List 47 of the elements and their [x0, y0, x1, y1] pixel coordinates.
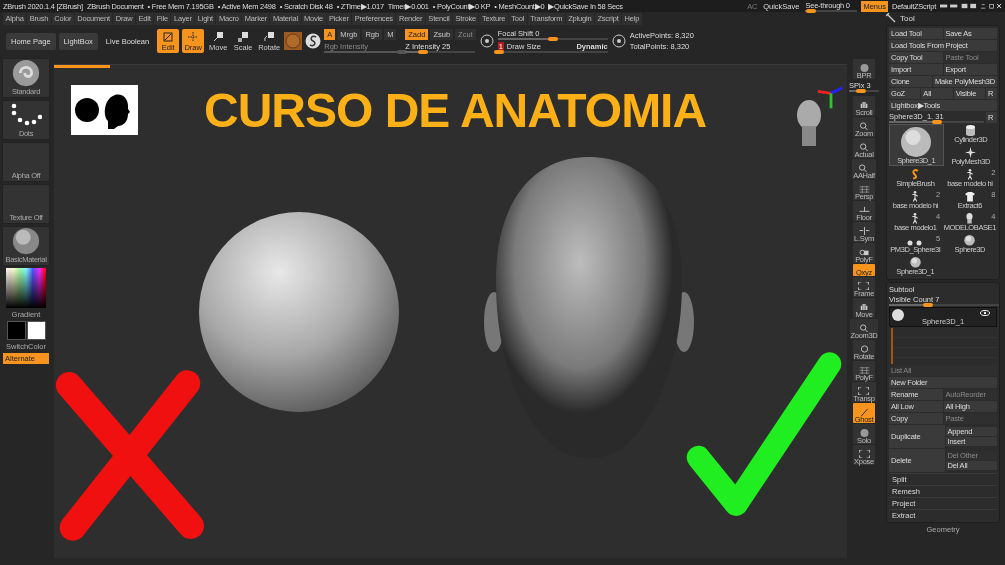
scale-icon: [238, 32, 249, 42]
grid-icon: [858, 365, 870, 374]
symmetry-icon: [858, 226, 870, 235]
bust-icon: [965, 213, 975, 224]
main-color-swatch[interactable]: [6, 321, 26, 340]
figure-icon: [965, 169, 974, 180]
secondary-color-swatch[interactable]: [26, 321, 46, 340]
frame-icon: [858, 386, 870, 395]
figure-icon: [911, 191, 920, 202]
figure-icon: [911, 213, 920, 224]
sphere-icon: [901, 126, 932, 157]
crosshair-icon: [188, 32, 199, 42]
color-picker[interactable]: [6, 268, 46, 308]
material-swatch-icon[interactable]: [284, 32, 303, 50]
ghost-icon: [858, 407, 870, 416]
sphere-icon: [964, 235, 976, 246]
dots-icon: [907, 239, 924, 246]
brush-s-icon: [910, 169, 920, 180]
magnifier-icon: [858, 121, 870, 130]
stroke-s-icon[interactable]: [305, 33, 322, 49]
frame-icon: [858, 449, 870, 458]
move-icon: [213, 32, 224, 42]
material-sphere-icon: [11, 227, 41, 255]
sphere-icon: [909, 257, 921, 268]
brush-d-icon: [610, 33, 627, 49]
brush-icon: [11, 59, 41, 87]
grid-icon: [858, 184, 870, 193]
sphere-icon: [892, 309, 904, 321]
window-controls-icon: [940, 2, 1002, 10]
cylinder-icon: [966, 125, 976, 136]
edit-icon: [163, 32, 174, 42]
magnifier-icon: [858, 142, 870, 151]
canvas-viewport[interactable]: CURSO DE ANATOMIA: [54, 64, 847, 558]
headline-text: CURSO DE ANATOMIA: [204, 83, 707, 138]
focal-brush-icon: [478, 33, 495, 49]
magnifier-icon: [858, 163, 870, 172]
tool-title: Tool: [900, 13, 915, 23]
floor-icon: [858, 205, 870, 214]
sphere-and-head-icon: [71, 85, 138, 135]
magnifier-icon: [858, 323, 870, 332]
sphere-icon: [858, 428, 870, 437]
torso-icon: [963, 191, 976, 202]
frame-icon: [858, 281, 870, 290]
lock-icon: [858, 247, 870, 256]
eye-icon[interactable]: [980, 310, 990, 316]
star-icon: [965, 146, 977, 158]
sphere-icon: [858, 63, 870, 72]
